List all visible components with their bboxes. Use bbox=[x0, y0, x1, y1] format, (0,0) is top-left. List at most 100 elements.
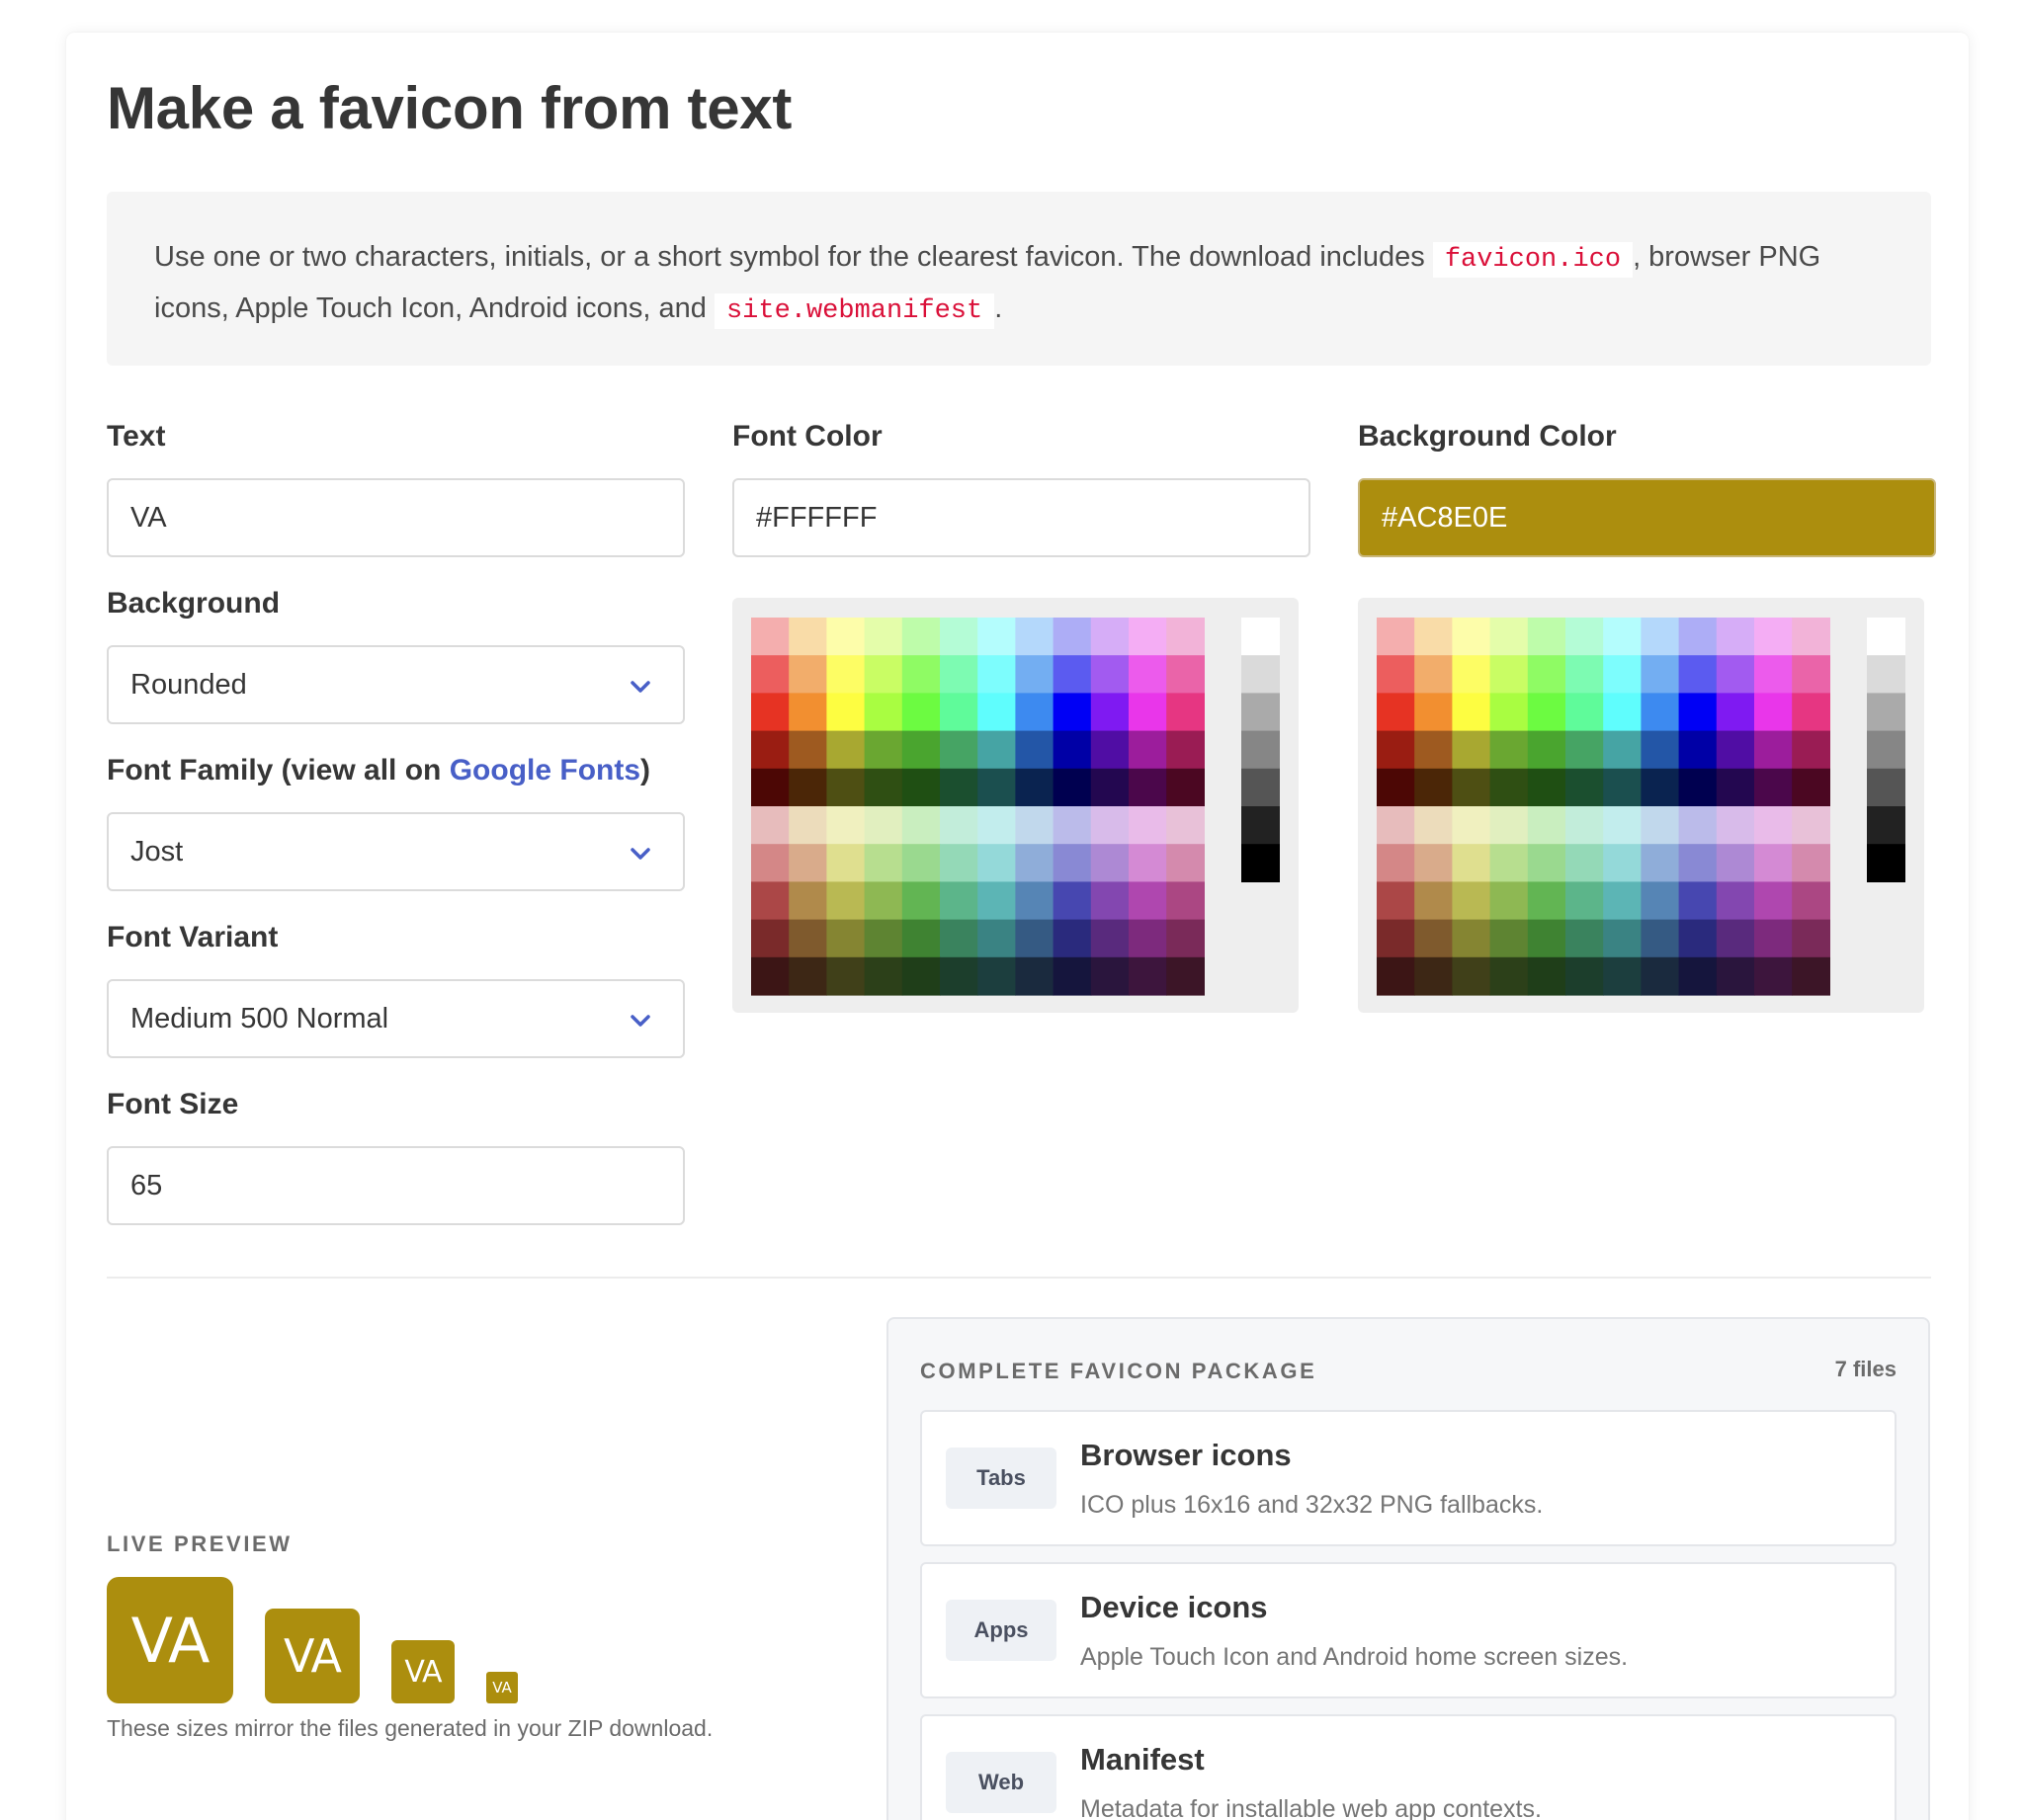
color-swatch[interactable] bbox=[940, 618, 978, 656]
color-swatch[interactable] bbox=[1603, 618, 1642, 656]
color-swatch[interactable] bbox=[1166, 956, 1205, 996]
color-swatch[interactable] bbox=[940, 919, 978, 958]
color-swatch[interactable] bbox=[864, 655, 903, 694]
color-swatch[interactable] bbox=[1792, 730, 1830, 770]
color-swatch[interactable] bbox=[1489, 618, 1529, 656]
color-swatch[interactable] bbox=[1641, 919, 1680, 958]
gray-swatch[interactable] bbox=[1241, 693, 1280, 732]
color-swatch[interactable] bbox=[1452, 730, 1491, 770]
gray-swatch[interactable] bbox=[1241, 730, 1280, 770]
color-swatch[interactable] bbox=[1414, 655, 1453, 694]
color-swatch[interactable] bbox=[1053, 919, 1092, 958]
color-swatch[interactable] bbox=[1754, 956, 1793, 996]
color-swatch[interactable] bbox=[1678, 730, 1718, 770]
color-swatch[interactable] bbox=[1603, 881, 1642, 921]
color-swatch[interactable] bbox=[1716, 919, 1755, 958]
color-swatch[interactable] bbox=[1527, 693, 1566, 732]
color-swatch[interactable] bbox=[1565, 618, 1604, 656]
color-swatch[interactable] bbox=[1603, 844, 1642, 882]
google-fonts-link[interactable]: Google Fonts bbox=[450, 754, 640, 786]
color-swatch[interactable] bbox=[789, 806, 827, 845]
color-swatch[interactable] bbox=[864, 919, 903, 958]
color-swatch[interactable] bbox=[1452, 844, 1491, 882]
color-swatch[interactable] bbox=[751, 768, 790, 807]
color-swatch[interactable] bbox=[1603, 730, 1642, 770]
color-swatch[interactable] bbox=[1678, 881, 1718, 921]
color-swatch[interactable] bbox=[901, 806, 941, 845]
gray-swatch[interactable] bbox=[1867, 655, 1905, 694]
color-swatch[interactable] bbox=[1641, 655, 1680, 694]
color-swatch[interactable] bbox=[1641, 768, 1680, 807]
color-swatch[interactable] bbox=[1603, 919, 1642, 958]
color-swatch[interactable] bbox=[1414, 618, 1453, 656]
color-swatch[interactable] bbox=[1641, 881, 1680, 921]
color-swatch[interactable] bbox=[1377, 655, 1415, 694]
color-swatch[interactable] bbox=[977, 730, 1016, 770]
gray-swatch[interactable] bbox=[1867, 844, 1905, 882]
color-swatch[interactable] bbox=[901, 919, 941, 958]
color-swatch[interactable] bbox=[789, 618, 827, 656]
color-swatch[interactable] bbox=[1414, 919, 1453, 958]
color-swatch[interactable] bbox=[1090, 655, 1130, 694]
color-swatch[interactable] bbox=[1377, 956, 1415, 996]
color-swatch[interactable] bbox=[1129, 730, 1167, 770]
color-swatch[interactable] bbox=[1129, 844, 1167, 882]
color-swatch[interactable] bbox=[1129, 693, 1167, 732]
color-swatch[interactable] bbox=[1489, 919, 1529, 958]
font-color-swatch-grid[interactable] bbox=[732, 598, 1299, 1013]
gray-swatch[interactable] bbox=[1241, 844, 1280, 882]
color-swatch[interactable] bbox=[789, 956, 827, 996]
color-swatch[interactable] bbox=[1489, 768, 1529, 807]
color-swatch[interactable] bbox=[1090, 730, 1130, 770]
color-swatch[interactable] bbox=[1053, 806, 1092, 845]
color-swatch[interactable] bbox=[1603, 806, 1642, 845]
gray-swatch[interactable] bbox=[1867, 618, 1905, 656]
color-swatch[interactable] bbox=[940, 844, 978, 882]
color-swatch[interactable] bbox=[1129, 618, 1167, 656]
color-swatch[interactable] bbox=[1641, 730, 1680, 770]
color-swatch[interactable] bbox=[826, 655, 866, 694]
color-swatch[interactable] bbox=[901, 956, 941, 996]
color-swatch[interactable] bbox=[977, 693, 1016, 732]
color-swatch[interactable] bbox=[1090, 693, 1130, 732]
color-swatch[interactable] bbox=[1527, 881, 1566, 921]
color-swatch[interactable] bbox=[1090, 618, 1130, 656]
color-swatch[interactable] bbox=[1377, 618, 1415, 656]
color-swatch[interactable] bbox=[1565, 881, 1604, 921]
gray-swatch[interactable] bbox=[1241, 768, 1280, 807]
color-swatch[interactable] bbox=[1792, 655, 1830, 694]
color-swatch[interactable] bbox=[1603, 768, 1642, 807]
color-swatch[interactable] bbox=[1090, 844, 1130, 882]
color-swatch[interactable] bbox=[826, 919, 866, 958]
color-swatch[interactable] bbox=[1377, 768, 1415, 807]
color-swatch[interactable] bbox=[1015, 806, 1054, 845]
color-swatch[interactable] bbox=[1090, 881, 1130, 921]
color-swatch[interactable] bbox=[1129, 956, 1167, 996]
color-swatch[interactable] bbox=[864, 730, 903, 770]
color-swatch[interactable] bbox=[826, 618, 866, 656]
color-swatch[interactable] bbox=[1414, 956, 1453, 996]
color-swatch[interactable] bbox=[1603, 655, 1642, 694]
color-swatch[interactable] bbox=[1166, 844, 1205, 882]
color-swatch[interactable] bbox=[1166, 730, 1205, 770]
color-swatch[interactable] bbox=[1754, 919, 1793, 958]
color-swatch[interactable] bbox=[826, 730, 866, 770]
color-swatch[interactable] bbox=[977, 956, 1016, 996]
color-swatch[interactable] bbox=[1129, 768, 1167, 807]
color-swatch[interactable] bbox=[1565, 844, 1604, 882]
color-swatch[interactable] bbox=[1792, 768, 1830, 807]
color-swatch[interactable] bbox=[826, 806, 866, 845]
color-swatch[interactable] bbox=[1527, 655, 1566, 694]
color-swatch[interactable] bbox=[1053, 956, 1092, 996]
color-swatch[interactable] bbox=[1678, 956, 1718, 996]
color-swatch[interactable] bbox=[940, 768, 978, 807]
color-swatch[interactable] bbox=[1166, 693, 1205, 732]
background-color-palette[interactable] bbox=[1358, 598, 1924, 1013]
color-swatch[interactable] bbox=[1015, 618, 1054, 656]
color-swatch[interactable] bbox=[1792, 618, 1830, 656]
font-variant-select[interactable]: Medium 500 Normal bbox=[107, 979, 685, 1058]
font-family-select[interactable]: Jost bbox=[107, 812, 685, 891]
color-swatch[interactable] bbox=[751, 693, 790, 732]
color-swatch[interactable] bbox=[1129, 655, 1167, 694]
color-swatch[interactable] bbox=[1754, 730, 1793, 770]
